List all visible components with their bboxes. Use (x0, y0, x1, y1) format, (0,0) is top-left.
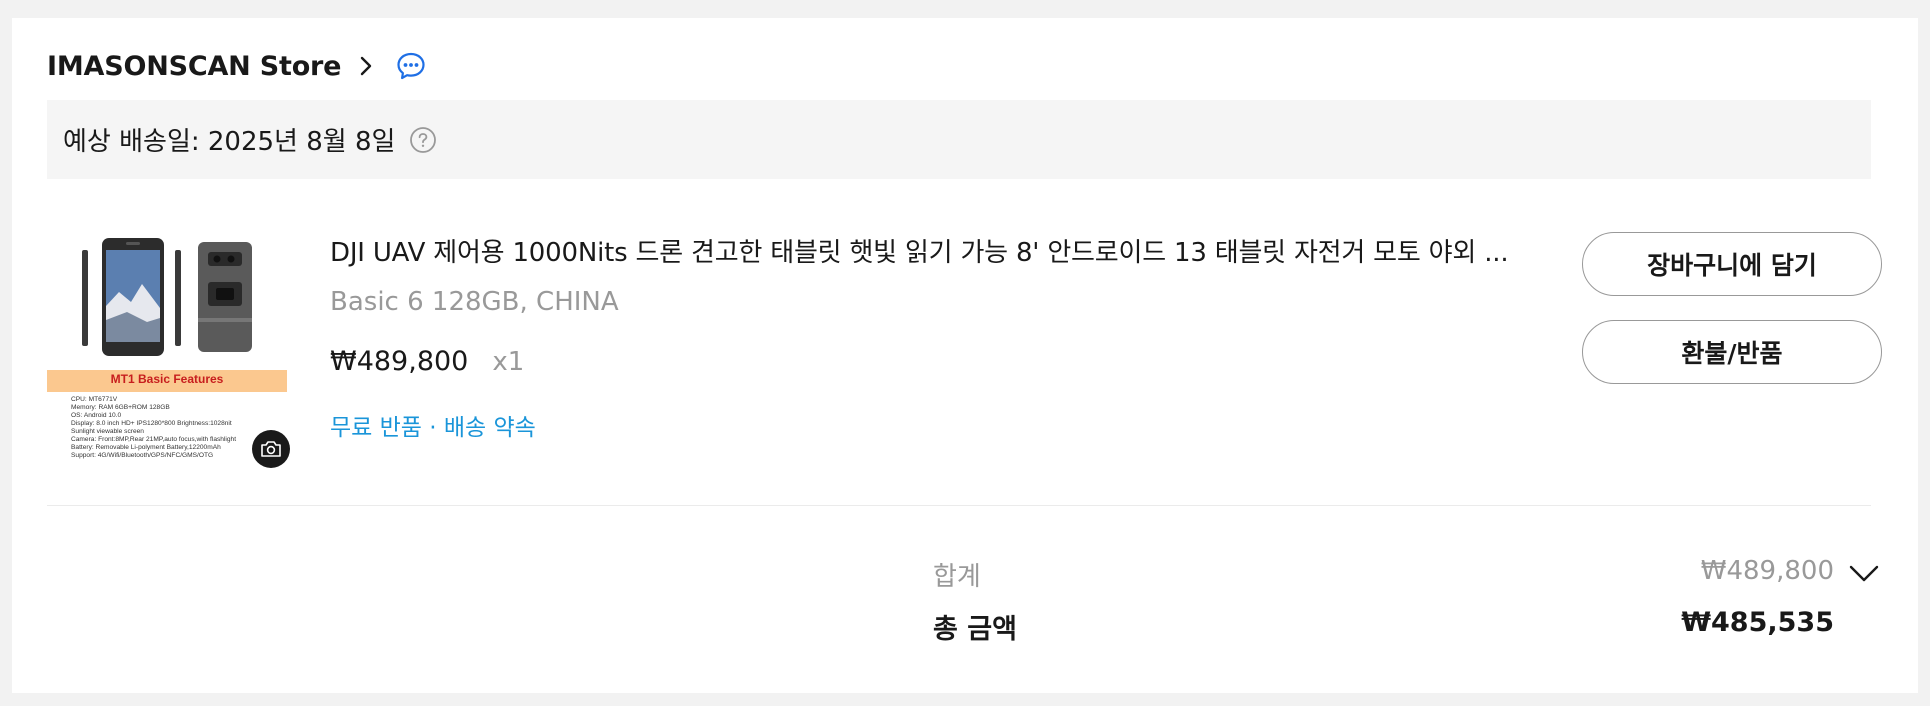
store-header: IMASONSCAN Store (47, 34, 427, 98)
total-label: 총 금액 (933, 614, 1017, 645)
features-title: MT1 Basic Features (110, 372, 224, 386)
spec-line: Display: 8.0 inch HD+ IPS1280*800 Bright… (71, 420, 232, 427)
divider (47, 505, 1871, 506)
subtotal-value: ₩489,800 (1700, 556, 1834, 586)
spec-line: Camera: Front:8MP,Rear 21MP,auto focus,w… (71, 436, 237, 443)
tablet-illustration (82, 238, 252, 356)
spec-line: Memory: RAM 6GB+ROM 128GB (71, 404, 170, 411)
spec-line: Battery: Removable Li-polyment Battery,1… (71, 444, 221, 451)
price-row: ₩489,800 x1 (330, 346, 524, 377)
chat-bubble-icon[interactable] (395, 50, 427, 82)
refund-return-button[interactable]: 환불/반품 (1582, 320, 1882, 384)
delivery-date-text: 예상 배송일: 2025년 8월 8일 (63, 127, 396, 157)
spec-line: OS: Android 10.0 (71, 412, 122, 419)
product-option: Basic 6 128GB, CHINA (330, 287, 619, 317)
camera-icon[interactable] (252, 430, 290, 468)
spec-line: Support: 4G/Wifi/Bluetooth/GPS/NFC/GMS/O… (71, 452, 214, 459)
product-quantity: x1 (492, 347, 525, 377)
delivery-estimate-bar: 예상 배송일: 2025년 8월 8일 (47, 100, 1871, 179)
chevron-right-icon[interactable] (355, 55, 377, 77)
total-value: ₩485,535 (1681, 607, 1834, 638)
product-image[interactable]: MT1 Basic Features CPU: MT6771V Memory: … (47, 222, 287, 462)
chevron-down-icon[interactable] (1848, 562, 1880, 586)
spec-line: CPU: MT6771V (71, 396, 118, 403)
spec-list: CPU: MT6771V Memory: RAM 6GB+ROM 128GB O… (71, 396, 271, 460)
store-name-link[interactable]: IMASONSCAN Store (47, 51, 341, 82)
product-title-link[interactable]: DJI UAV 제어용 1000Nits 드론 견고한 태블릿 햇빛 읽기 가능… (330, 232, 1510, 269)
question-circle-icon[interactable] (409, 126, 437, 154)
subtotal-label: 합계 (933, 562, 981, 592)
add-to-cart-button[interactable]: 장바구니에 담기 (1582, 232, 1882, 296)
product-price: ₩489,800 (330, 346, 469, 377)
free-return-link[interactable]: 무료 반품 · 배송 약속 (330, 408, 536, 442)
spec-line: Sunlight viewable screen (71, 428, 144, 435)
